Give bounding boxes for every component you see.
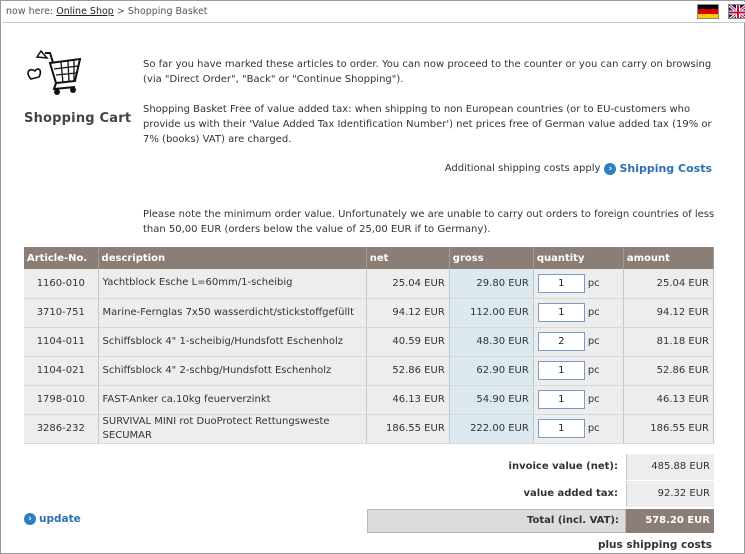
gross-price: 222.00 EUR	[449, 414, 534, 444]
quantity-cell: pc	[533, 298, 624, 328]
gross-price: 48.30 EUR	[449, 327, 534, 357]
breadcrumb-online-shop-link[interactable]: Online Shop	[56, 6, 114, 17]
header-gross: gross	[449, 247, 534, 269]
header-quantity: quantity	[533, 247, 624, 269]
article-number: 1104-021	[24, 356, 99, 386]
gross-price: 112.00 EUR	[449, 298, 534, 328]
min-order-note: Please note the minimum order value. Unf…	[143, 209, 715, 235]
product-description-link[interactable]: Schiffsblock 4" 1-scheibig/Hundsfott Esc…	[98, 327, 367, 357]
table-row: 3710-751 Marine-Fernglas 7x50 wasserdicht…	[24, 298, 715, 328]
shopping-cart-icon	[23, 49, 83, 97]
product-description-link[interactable]: Marine-Fernglas 7x50 wasserdicht/stickst…	[98, 298, 367, 328]
product-description-link[interactable]: Yachtblock Esche L=60mm/1-scheibig	[98, 269, 367, 299]
net-price: 40.59 EUR	[366, 327, 450, 357]
unit-label: pc	[587, 336, 600, 347]
total-value: 578.20 EUR	[626, 509, 714, 533]
cart-table: Article-No. description net gross quanti…	[24, 247, 715, 444]
cart-title: Shopping Cart	[24, 111, 132, 126]
product-description-link[interactable]: FAST-Anker ca.10kg feuerverzinkt	[98, 385, 367, 415]
shipping-note: Additional shipping costs apply › Shippi…	[445, 162, 712, 175]
quantity-cell: pc	[533, 327, 624, 357]
arrow-right-icon: ›	[24, 513, 36, 525]
table-header-row: Article-No. description net gross quanti…	[24, 247, 715, 269]
quantity-cell: pc	[533, 414, 624, 444]
quantity-input[interactable]	[537, 390, 585, 409]
quantity-cell: pc	[533, 269, 624, 299]
net-price: 52.86 EUR	[366, 356, 450, 386]
article-number: 3710-751	[24, 298, 99, 328]
header-description: description	[98, 247, 367, 269]
breadcrumb: now here: Online Shop > Shopping Basket	[6, 6, 208, 17]
vat-value: 92.32 EUR	[626, 481, 714, 507]
quantity-input[interactable]	[537, 419, 585, 438]
invoice-value: 485.88 EUR	[626, 454, 714, 480]
table-row: 1104-021 Schiffsblock 4" 2-schbg/Hundsfot…	[24, 356, 715, 386]
unit-label: pc	[587, 423, 600, 434]
line-amount: 52.86 EUR	[623, 356, 715, 386]
uk-flag-icon[interactable]	[728, 4, 745, 19]
invoice-value-label: invoice value (net):	[508, 461, 618, 472]
arrow-right-icon: ›	[604, 162, 617, 175]
article-number: 1104-011	[24, 327, 99, 357]
line-amount: 46.13 EUR	[623, 385, 715, 415]
gross-price: 29.80 EUR	[449, 269, 534, 299]
breadcrumb-current: Shopping Basket	[127, 6, 208, 17]
table-row: 1104-011 Schiffsblock 4" 1-scheibig/Hunds…	[24, 327, 715, 357]
quantity-input[interactable]	[537, 273, 585, 293]
breadcrumb-separator: >	[116, 6, 125, 17]
unit-label: pc	[587, 365, 600, 376]
unit-label: pc	[587, 307, 600, 318]
vat-label: value added tax:	[523, 488, 618, 499]
page-frame: now here: Online Shop > Shopping Basket	[0, 0, 745, 554]
article-number: 3286-232	[24, 414, 99, 444]
product-description-link[interactable]: Schiffsblock 4" 2-schbg/Hundsfott Eschen…	[98, 356, 367, 386]
intro-text: So far you have marked these articles to…	[143, 59, 712, 85]
net-price: 186.55 EUR	[366, 414, 450, 444]
line-amount: 25.04 EUR	[623, 269, 715, 299]
article-number: 1160-010	[24, 269, 99, 299]
article-number: 1798-010	[24, 385, 99, 415]
product-description-link[interactable]: SURVIVAL MINI rot DuoProtect Rettungswes…	[98, 414, 367, 444]
shipping-costs-link[interactable]: Shipping Costs	[619, 162, 712, 175]
breadcrumb-prefix: now here:	[6, 6, 54, 17]
header-article: Article-No.	[24, 247, 99, 269]
line-amount: 186.55 EUR	[623, 414, 715, 444]
quantity-input[interactable]	[537, 361, 585, 380]
net-price: 46.13 EUR	[366, 385, 450, 415]
table-row: 3286-232 SURVIVAL MINI rot DuoProtect Ret…	[24, 414, 715, 444]
german-flag-icon[interactable]	[697, 4, 719, 19]
header-net: net	[366, 247, 450, 269]
net-price: 94.12 EUR	[366, 298, 450, 328]
quantity-input[interactable]	[537, 303, 585, 322]
gross-price: 54.90 EUR	[449, 385, 534, 415]
update-button[interactable]: › update	[24, 513, 81, 525]
unit-label: pc	[587, 277, 600, 289]
vat-note-text: Shopping Basket Free of value added tax:…	[143, 104, 712, 145]
header-amount: amount	[623, 247, 715, 269]
quantity-cell: pc	[533, 356, 624, 386]
update-label: update	[39, 513, 81, 525]
gross-price: 62.90 EUR	[449, 356, 534, 386]
shipping-note-text: Additional shipping costs apply	[444, 163, 601, 174]
total-label: Total (incl. VAT):	[367, 509, 626, 533]
line-amount: 94.12 EUR	[623, 298, 715, 328]
unit-label: pc	[587, 394, 600, 405]
quantity-cell: pc	[533, 385, 624, 415]
line-amount: 81.18 EUR	[623, 327, 715, 357]
table-row: 1798-010 FAST-Anker ca.10kg feuerverzinkt…	[24, 385, 715, 415]
top-bar: now here: Online Shop > Shopping Basket	[2, 2, 745, 23]
table-row: 1160-010 Yachtblock Esche L=60mm/1-scheib…	[24, 269, 715, 299]
plus-shipping-costs: plus shipping costs	[597, 539, 712, 551]
quantity-input[interactable]	[537, 332, 585, 351]
net-price: 25.04 EUR	[366, 269, 450, 299]
